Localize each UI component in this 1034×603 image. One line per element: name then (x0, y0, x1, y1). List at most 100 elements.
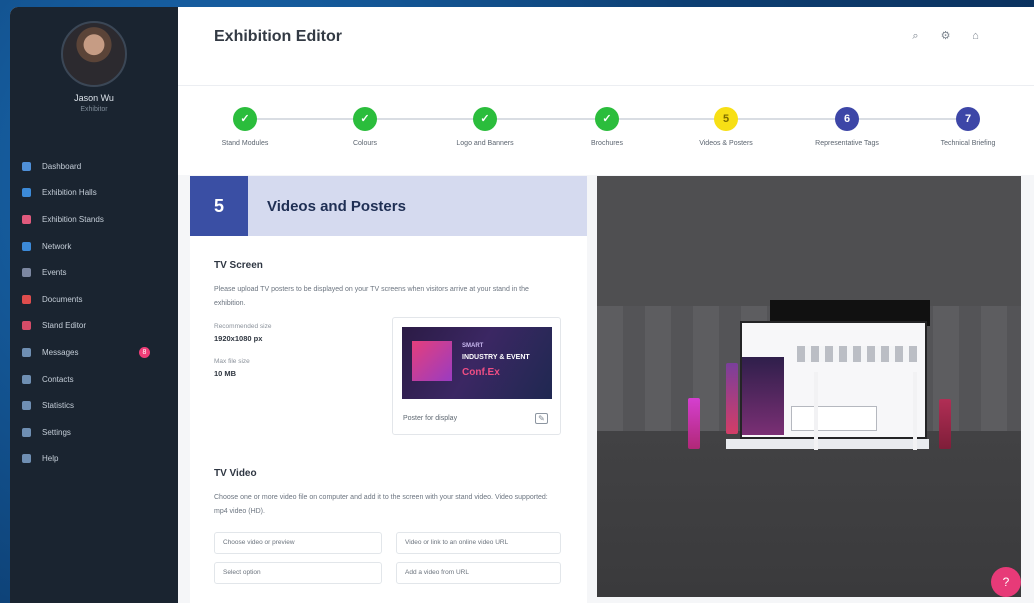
step-number: 5 (714, 107, 738, 131)
help-fab-button[interactable]: ? (991, 567, 1021, 597)
sidebar-nav: Dashboard Exhibition Halls Exhibition St… (10, 153, 178, 472)
sidebar-item-label: Network (42, 241, 72, 251)
tv-screen-specs: Recommended size 1920x1080 px Max file s… (214, 317, 563, 444)
section-header: 5 Videos and Posters (190, 176, 587, 236)
tv-screen-card: TV Screen Please upload TV posters to be… (190, 236, 587, 468)
poster-line-1: SMART (462, 343, 484, 349)
sidebar-item-statistics[interactable]: Statistics (10, 392, 178, 419)
gear-icon (22, 427, 31, 437)
sidebar-item-label: Documents (42, 294, 83, 304)
sidebar-item-events[interactable]: Events (10, 259, 178, 286)
tv-video-title: TV Video (214, 468, 257, 479)
file-size-value: 10 MB (214, 369, 237, 378)
sidebar-item-settings[interactable]: Settings (10, 419, 178, 446)
calendar-icon (22, 268, 31, 278)
tv-video-description: Choose one or more video file on compute… (214, 494, 548, 515)
sidebar-item-contacts[interactable]: Contacts (10, 366, 178, 393)
stand-3d-preview[interactable]: ? (597, 176, 1021, 597)
bell-icon[interactable]: ⌂ (969, 30, 982, 43)
sidebar-item-documents[interactable]: Documents (10, 286, 178, 313)
step-label: Logo and Banners (456, 140, 514, 147)
gear-icon[interactable]: ⚙ (939, 30, 952, 43)
tv-video-card: TV Video Choose one or more video file o… (190, 468, 587, 584)
step-brochures[interactable]: ✓ Brochures (552, 107, 662, 147)
sidebar-item-label: Stand Editor (42, 321, 87, 331)
edit-icon[interactable]: ✎ (535, 413, 548, 424)
dimensions-label: Recommended size (214, 323, 272, 330)
step-label: Stand Modules (221, 140, 269, 147)
poster-caption: Poster for display (403, 415, 458, 422)
sidebar-item-label: Contacts (42, 374, 74, 384)
step-label: Colours (352, 140, 378, 147)
sidebar-item-exhibition-halls[interactable]: Exhibition Halls (10, 180, 178, 207)
tv-screen-title: TV Screen (214, 260, 263, 271)
dashboard-icon (22, 161, 31, 171)
step-label: Technical Briefing (940, 140, 996, 147)
booth-base (726, 439, 929, 449)
sidebar-item-label: Dashboard (42, 161, 82, 171)
step-label: Brochures (591, 140, 623, 147)
sidebar-item-messages[interactable]: Messages 8 (10, 339, 178, 366)
sidebar: Jason Wu Exhibitor Dashboard Exhibition … (10, 7, 178, 603)
sidebar-item-exhibition-stands[interactable]: Exhibition Stands (10, 206, 178, 233)
video-selects-row-2: Select option Add a video from URL (214, 562, 563, 584)
topbar-actions: ⌕ ⚙ ⌂ (909, 30, 982, 43)
poster-preview-card[interactable]: SMART INDUSTRY & EVENT Conf.Ex Poster fo… (392, 317, 561, 435)
sidebar-item-label: Messages (42, 347, 79, 357)
tv-poster-image: SMART INDUSTRY & EVENT Conf.Ex (402, 327, 552, 399)
video-source-select[interactable]: Choose video or preview (214, 532, 382, 554)
step-check-icon: ✓ (233, 107, 257, 131)
sidebar-item-label: Help (42, 454, 59, 464)
user-avatar[interactable] (61, 21, 127, 87)
dimensions-value: 1920x1080 px (214, 334, 263, 343)
contacts-icon (22, 374, 31, 384)
sidebar-item-network[interactable]: Network (10, 233, 178, 260)
page-title: Exhibition Editor (214, 28, 342, 45)
sidebar-item-help[interactable]: Help (10, 446, 178, 473)
poster-line-2: INDUSTRY & EVENT (462, 354, 530, 361)
user-role: Exhibitor (80, 106, 108, 113)
sidebar-item-label: Settings (42, 427, 71, 437)
booth-totem (726, 363, 738, 434)
section-title: Videos and Posters (267, 197, 406, 215)
tv-screen-description: Please upload TV posters to be displayed… (214, 286, 529, 307)
app-window: Jason Wu Exhibitor Dashboard Exhibition … (10, 7, 1034, 603)
progress-stepper: ✓ Stand Modules ✓ Colours ✓ Logo and Ban… (178, 86, 1034, 175)
step-technical-briefing[interactable]: 7 Technical Briefing (913, 107, 1023, 147)
sidebar-item-dashboard[interactable]: Dashboard (10, 153, 178, 180)
step-colours[interactable]: ✓ Colours (310, 107, 420, 147)
editor-panel: 5 Videos and Posters TV Screen Please up… (190, 176, 587, 603)
editor-icon (22, 321, 31, 331)
step-label: Representative Tags (815, 140, 879, 147)
help-icon (22, 454, 31, 464)
dimensions-spec: Recommended size 1920x1080 px (214, 323, 271, 343)
left-banner (688, 398, 700, 449)
booth-screen (742, 357, 784, 435)
step-logo-banners[interactable]: ✓ Logo and Banners (430, 107, 540, 147)
step-check-icon: ✓ (595, 107, 619, 131)
hall-icon (22, 188, 31, 198)
video-url-input[interactable]: Video or link to an online video URL (396, 532, 561, 554)
step-stand-modules[interactable]: ✓ Stand Modules (190, 107, 300, 147)
step-check-icon: ✓ (473, 107, 497, 131)
step-videos-posters[interactable]: 5 Videos & Posters (671, 107, 781, 147)
step-representative-tags[interactable]: 6 Representative Tags (792, 107, 902, 147)
sidebar-item-label: Exhibition Halls (42, 188, 97, 198)
step-number: 7 (956, 107, 980, 131)
sidebar-item-stand-editor[interactable]: Stand Editor (10, 313, 178, 340)
section-number: 5 (190, 176, 248, 236)
sidebar-item-label: Statistics (42, 401, 75, 411)
preview-floor (597, 431, 1021, 597)
network-icon (22, 241, 31, 251)
poster-logo-icon (412, 341, 452, 381)
booth-pole (913, 372, 917, 450)
stats-icon (22, 401, 31, 411)
search-icon[interactable]: ⌕ (909, 30, 922, 43)
video-add-url-input[interactable]: Add a video from URL (396, 562, 561, 584)
poster-line-3: Conf.Ex (462, 367, 500, 378)
right-banner (939, 399, 951, 449)
stand-icon (22, 214, 31, 224)
message-icon (22, 347, 31, 357)
video-option-select[interactable]: Select option (214, 562, 382, 584)
booth-pole (814, 372, 818, 450)
